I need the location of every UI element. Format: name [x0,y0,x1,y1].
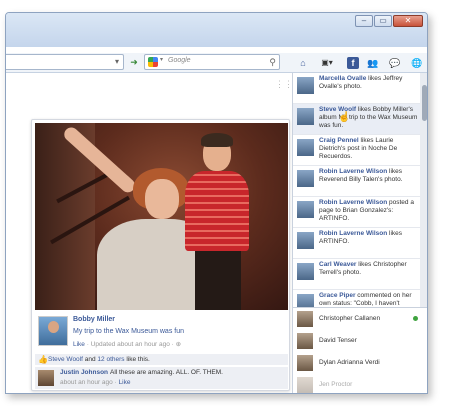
others-link[interactable]: 12 others [97,356,124,363]
online-indicator-icon [413,316,418,321]
avatar [297,170,314,187]
go-icon[interactable]: ➜ [127,55,141,69]
facebook-icon[interactable]: f [347,57,359,69]
avatar[interactable] [38,316,68,346]
post-author-row: Bobby Miller My trip to the Wax Museum w… [35,314,288,350]
post-updated-time: · Updated about an hour ago · [86,341,174,348]
likes-bar: 👍 Steve Woolf and 12 others like this. [35,354,288,366]
ticker-item[interactable]: Robin Laverne Wilson likes ARTINFO. [293,228,420,259]
avatar [297,232,314,249]
ticker-item[interactable]: Marcella Ovalle likes Jeffrey Ovalle's p… [293,73,420,104]
mouse-cursor-icon: ☝ [338,112,351,123]
ticker-item[interactable]: Robin Laverne Wilson likes Reverend Bill… [293,166,420,197]
maximize-button[interactable]: ▭ [374,15,392,27]
ticker-item[interactable]: Steve Woolf likes Bobby Miller's album M… [293,104,420,135]
avatar [297,263,314,280]
avatar [297,333,313,349]
ticker-item[interactable]: Carl Weaver likes Christopher Terrell's … [293,259,420,290]
google-icon[interactable] [148,57,158,67]
chat-contact[interactable]: Dylan Adrianna Verdi [293,352,427,374]
commenter-name[interactable]: Justin Johnson [60,369,108,376]
ticker-scroll-thumb[interactable] [422,85,427,121]
messages-icon[interactable]: 💬 [386,55,404,71]
comment-time: about an hour ago · [60,379,117,386]
search-placeholder: Google [168,57,191,64]
ticker-item[interactable]: Craig Pennel likes Laurie Dietrich's pos… [293,135,420,166]
home-icon[interactable]: ⌂ [294,55,312,71]
activity-ticker: Marcella Ovalle likes Jeffrey Ovalle's p… [292,73,420,307]
chat-contact[interactable]: Jen Proctor [293,374,427,393]
toolbar-icons: ⌂ ▣▾ f 👥 💬 🌐 [294,53,427,73]
title-bar: – ▭ ✕ [6,13,427,47]
navigation-bar: ▾ ➜ ▾ Google ⚲ ⌂ ▣▾ f 👥 💬 🌐 [6,53,427,73]
thumbs-up-icon: 👍 [38,355,48,364]
url-bar[interactable]: ▾ [6,54,124,70]
globe-icon[interactable]: 🌐 [408,55,426,71]
chat-contact[interactable]: Christopher Callanen [293,308,427,330]
search-icon[interactable]: ⚲ [269,55,276,69]
post-photo[interactable] [35,123,288,310]
chat-contact[interactable]: David Tenser [293,330,427,352]
comment-meta: about an hour ago · Like [60,379,131,386]
likes-text: Steve Woolf and 12 others like this. [48,356,150,363]
avatar [297,355,313,371]
search-engine-dropdown-icon[interactable]: ▾ [160,56,163,63]
main-content: ⋮⋮ Bobby Miller My trip to the Wax Museu… [6,73,293,393]
browser-window: – ▭ ✕ ▾ ➜ ▾ Google ⚲ ⌂ ▣▾ f 👥 💬 🌐 ⋮⋮ Bob… [5,12,428,394]
avatar [297,377,313,393]
friends-icon[interactable]: 👥 [364,55,382,71]
photo-post: Bobby Miller My trip to the Wax Museum w… [31,119,290,391]
avatar [297,201,314,218]
avatar [297,77,314,94]
avatar [297,294,314,307]
close-button[interactable]: ✕ [393,15,423,27]
ticker-item[interactable]: Grace Piper commented on her own status:… [293,290,420,307]
comment: Justin Johnson All these are amazing. AL… [35,367,288,389]
avatar [297,139,314,156]
like-link[interactable]: Like [73,341,85,348]
search-bar[interactable]: ▾ Google ⚲ [144,54,280,70]
commenter-avatar[interactable] [38,370,54,386]
grid-icon[interactable]: ⋮⋮ [275,79,293,90]
dashboard-icon[interactable]: ▣▾ [316,55,338,71]
post-meta: Like · Updated about an hour ago · ⊕ [73,340,181,348]
comment-like-link[interactable]: Like [119,379,131,386]
liker-name-link[interactable]: Steve Woolf [48,356,83,363]
avatar [297,311,313,327]
globe-small-icon: ⊕ [175,341,182,348]
avatar [297,108,314,125]
album-title-link[interactable]: My trip to the Wax Museum was fun [73,328,184,335]
post-author-name[interactable]: Bobby Miller [73,316,115,323]
chat-sidebar: Christopher Callanen David Tenser Dylan … [292,307,427,393]
url-dropdown-icon[interactable]: ▾ [115,55,119,69]
window-controls: – ▭ ✕ [355,15,423,27]
minimize-button[interactable]: – [355,15,373,27]
comment-text: All these are amazing. ALL. OF. THEM. [110,369,223,376]
ticker-item[interactable]: Robin Laverne Wilson posted a page to Br… [293,197,420,228]
